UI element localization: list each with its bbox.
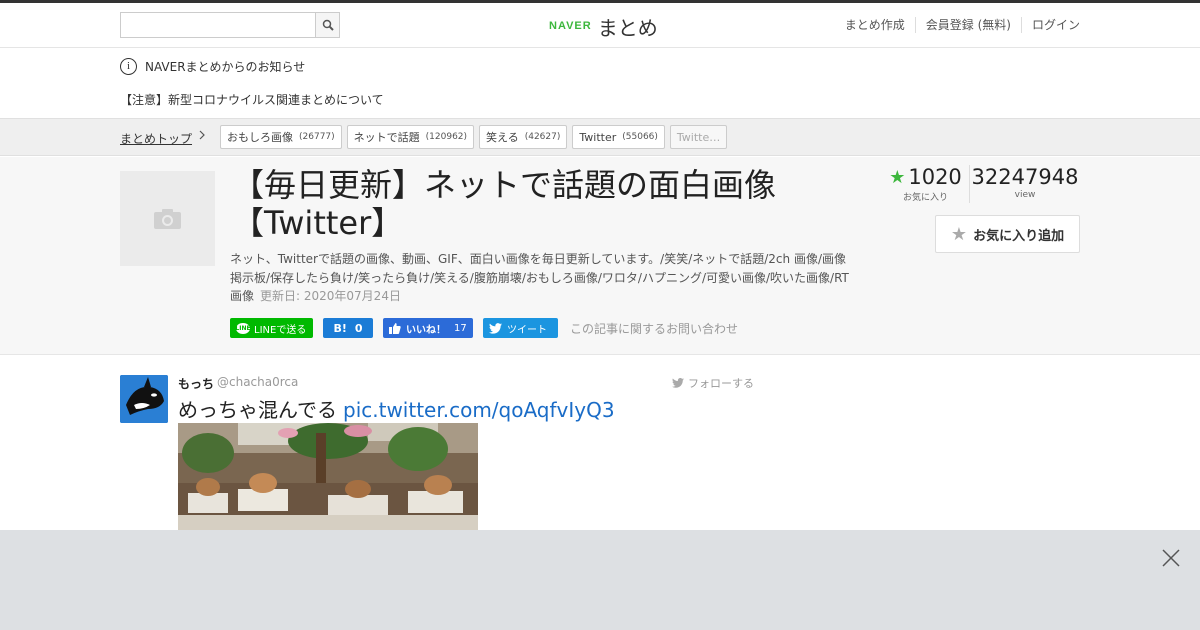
logo-naver: NAVER bbox=[549, 20, 592, 32]
add-favorite-button[interactable]: ★ お気に入り追加 bbox=[935, 215, 1080, 253]
favorites-count: 1020 bbox=[908, 165, 962, 189]
tag-count: (55066) bbox=[622, 132, 658, 142]
follow-button[interactable]: フォローする bbox=[672, 375, 754, 391]
star-icon: ★ bbox=[950, 223, 968, 245]
tag-more[interactable]: Twitte… bbox=[669, 125, 728, 149]
twitter-bird-icon bbox=[489, 322, 502, 334]
tweet-label: ツイート bbox=[507, 324, 547, 336]
facebook-like-label: いいね！ bbox=[406, 324, 446, 336]
breadcrumb-top-link[interactable]: まとめトップ bbox=[120, 130, 192, 147]
tag-count: (42627) bbox=[524, 132, 561, 142]
search-input[interactable] bbox=[120, 12, 316, 38]
hatena-icon: B! bbox=[333, 321, 347, 335]
create-matome-link[interactable]: まとめ作成 bbox=[835, 17, 915, 33]
notice-link[interactable]: 【注意】新型コロナウイルス関連まとめについて bbox=[120, 91, 384, 108]
header: NAVER まとめ まとめ作成 会員登録 (無料) ログイン bbox=[0, 3, 1200, 48]
info-icon: i bbox=[120, 58, 137, 75]
share-bar: LINE LINEで送る B! 0 いいね！ 17 ツイート この記事に関するお… bbox=[230, 318, 738, 338]
add-favorite-label: お気に入り追加 bbox=[973, 228, 1065, 244]
register-link[interactable]: 会員登録 (無料) bbox=[914, 17, 1021, 33]
tag-count: (26777) bbox=[299, 132, 335, 142]
article-description: ネット、Twitterで話題の画像、動画、GIF、面白い画像を毎日更新しています… bbox=[230, 250, 850, 306]
camera-icon bbox=[154, 209, 181, 229]
close-icon[interactable] bbox=[1161, 548, 1181, 568]
logo-matome: まとめ bbox=[597, 15, 658, 40]
hatena-count: 0 bbox=[354, 321, 363, 335]
tweet-image-link[interactable]: pic.twitter.com/qoAqfvIyQ3 bbox=[343, 398, 615, 422]
thumbs-up-icon bbox=[389, 322, 401, 334]
tweet-button[interactable]: ツイート bbox=[483, 318, 558, 338]
favorites-label: お気に入り bbox=[902, 193, 948, 203]
title-line-1: 【毎日更新】ネットで話題の面白画像 bbox=[232, 166, 777, 204]
tag-omoshiro[interactable]: おもしろ画像 (26777) bbox=[220, 125, 342, 149]
tweet-author-name[interactable]: もっち bbox=[178, 375, 214, 392]
notice-heading: i NAVERまとめからのお知らせ bbox=[120, 58, 305, 75]
line-share-label: LINEで送る bbox=[254, 324, 307, 336]
tag-label: ネットで話題 bbox=[353, 131, 420, 144]
search-button[interactable] bbox=[315, 12, 340, 38]
favorites-stat: ★ 1020 お気に入り bbox=[886, 165, 970, 203]
tag-count: (120962) bbox=[425, 132, 468, 142]
article-thumbnail bbox=[120, 171, 215, 266]
star-icon: ★ bbox=[889, 166, 906, 188]
tag-label: Twitter bbox=[579, 130, 617, 144]
tag-label: 笑える bbox=[486, 131, 519, 144]
inquiry-link[interactable]: この記事に関するお問い合わせ bbox=[570, 320, 738, 337]
facebook-like-count: 17 bbox=[454, 322, 467, 334]
facebook-like-button[interactable]: いいね！ 17 bbox=[383, 318, 473, 338]
breadcrumb: まとめトップ おもしろ画像 (26777) ネットで話題 (120962) 笑える (… bbox=[0, 118, 1200, 156]
bottom-ad-overlay bbox=[0, 530, 1200, 630]
avatar[interactable] bbox=[120, 375, 168, 423]
tag-list: おもしろ画像 (26777) ネットで話題 (120962) 笑える (42627) … bbox=[220, 125, 732, 149]
line-icon: LINE bbox=[235, 322, 251, 334]
tweet-body: めっちゃ混んでる bbox=[178, 398, 337, 422]
search-icon bbox=[322, 19, 334, 31]
tweet-author-handle[interactable]: @chacha0rca bbox=[217, 375, 298, 389]
header-nav: まとめ作成 会員登録 (無料) ログイン bbox=[835, 17, 1080, 33]
site-logo[interactable]: NAVER まとめ bbox=[549, 13, 658, 40]
follow-label: フォローする bbox=[688, 377, 754, 390]
updated-date: 更新日: 2020年07月24日 bbox=[260, 289, 401, 303]
tag-label: Twitte… bbox=[676, 130, 721, 144]
tag-twitter[interactable]: Twitter (55066) bbox=[572, 125, 665, 149]
views-label: view bbox=[1014, 190, 1036, 200]
tag-label: おもしろ画像 bbox=[227, 131, 293, 144]
login-link[interactable]: ログイン bbox=[1020, 17, 1080, 33]
chevron-right-icon bbox=[198, 129, 206, 144]
hatena-bookmark-button[interactable]: B! 0 bbox=[323, 318, 373, 338]
views-stat: 32247948 view bbox=[970, 165, 1080, 203]
line-share-button[interactable]: LINE LINEで送る bbox=[230, 318, 313, 338]
notice-title: NAVERまとめからのお知らせ bbox=[145, 60, 306, 74]
article-header: 【毎日更新】ネットで話題の面白画像 【Twitter】 ネット、Twitterで… bbox=[0, 157, 1200, 355]
tag-waraeru[interactable]: 笑える (42627) bbox=[479, 125, 568, 149]
tweet-photo[interactable] bbox=[178, 423, 478, 533]
tag-net-wadai[interactable]: ネットで話題 (120962) bbox=[346, 125, 475, 149]
article-stats: ★ 1020 お気に入り 32247948 view bbox=[886, 165, 1080, 203]
title-line-2: 【Twitter】 bbox=[232, 204, 404, 242]
views-count: 32247948 bbox=[971, 165, 1079, 189]
twitter-bird-icon bbox=[672, 378, 684, 388]
tweet-text: めっちゃ混んでる pic.twitter.com/qoAqfvIyQ3 bbox=[178, 394, 615, 423]
page-title: 【毎日更新】ネットで話題の面白画像 【Twitter】 bbox=[232, 166, 842, 242]
